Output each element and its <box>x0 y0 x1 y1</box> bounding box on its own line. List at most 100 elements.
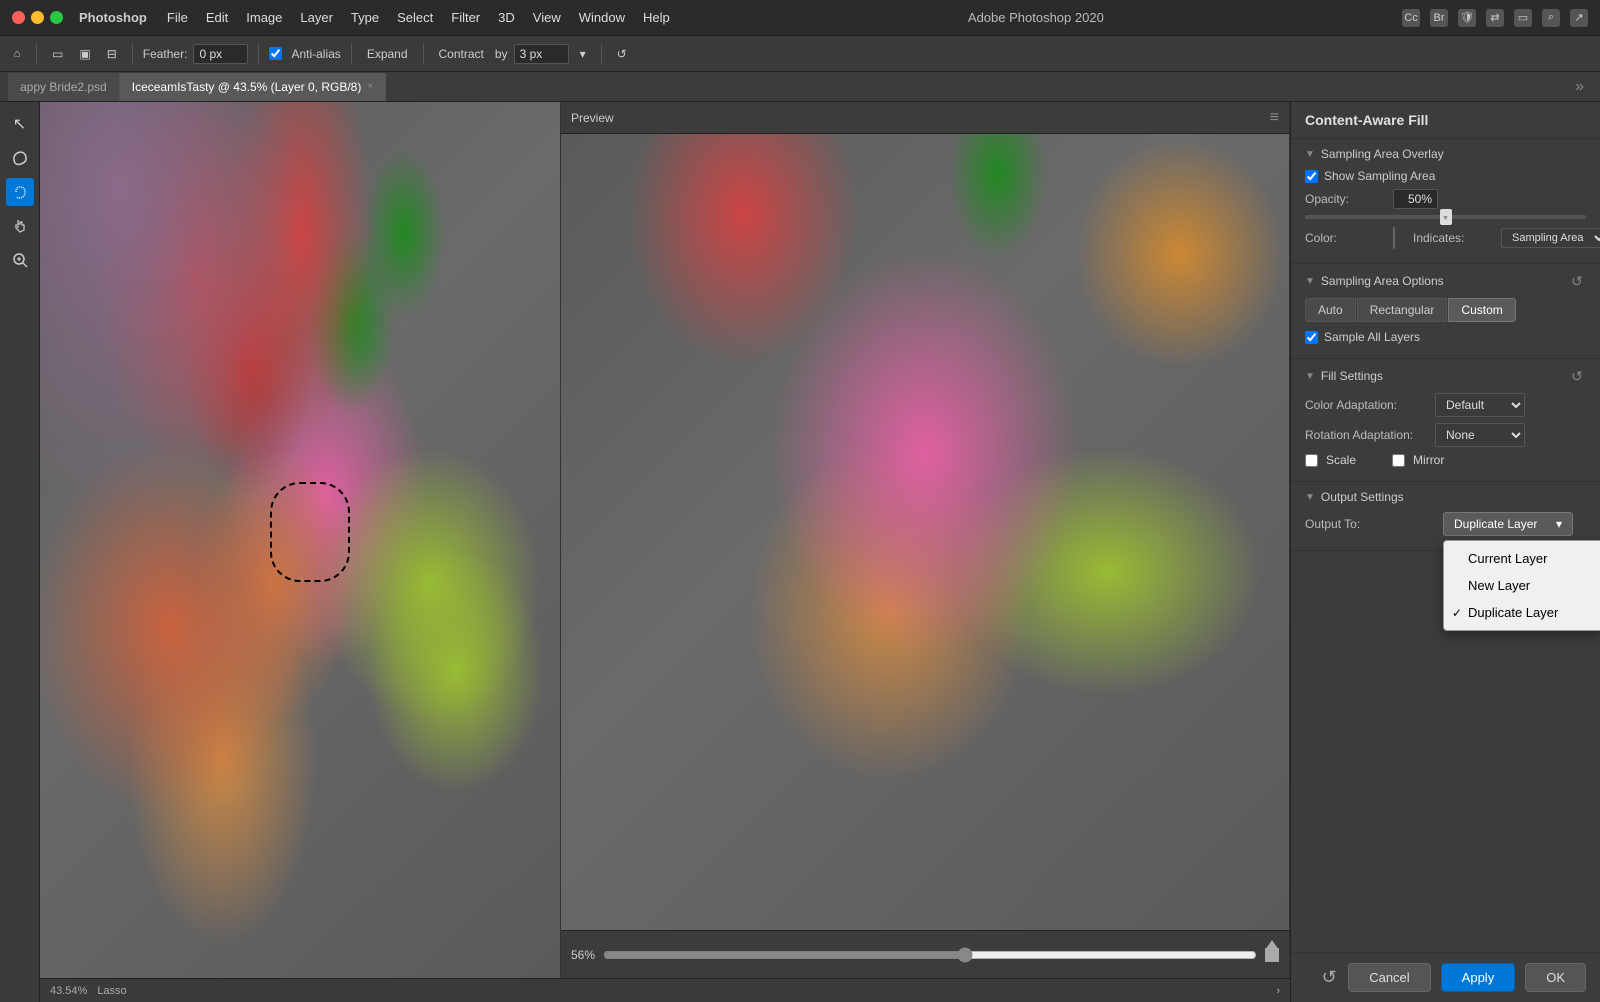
menu-bar: File Edit Image Layer Type Select Filter… <box>167 10 670 25</box>
dropdown-current-layer[interactable]: Current Layer <box>1444 545 1600 572</box>
tool-lasso[interactable] <box>6 178 34 206</box>
dropdown-duplicate-layer[interactable]: Duplicate Layer <box>1444 599 1600 626</box>
zoom-slider[interactable] <box>603 947 1257 963</box>
anti-alias-checkbox[interactable] <box>269 47 282 60</box>
fill-settings-collapse[interactable]: ▼ <box>1305 371 1315 382</box>
by-input[interactable] <box>514 44 569 64</box>
output-collapse[interactable]: ▼ <box>1305 492 1315 503</box>
menu-window[interactable]: Window <box>579 10 625 25</box>
opacity-row: Opacity: 50% <box>1305 189 1586 209</box>
menu-help[interactable]: Help <box>643 10 670 25</box>
scroll-right-btn[interactable]: › <box>1276 985 1280 997</box>
opacity-slider-track <box>1305 215 1586 219</box>
menu-type[interactable]: Type <box>351 10 379 25</box>
title-bar: Photoshop File Edit Image Layer Type Sel… <box>0 0 1600 36</box>
menu-file[interactable]: File <box>167 10 188 25</box>
menu-3d[interactable]: 3D <box>498 10 515 25</box>
sample-all-layers-row: Sample All Layers <box>1305 330 1586 344</box>
zoom-value: 56% <box>571 948 595 962</box>
color-label: Color: <box>1305 231 1385 245</box>
sampling-overlay-collapse[interactable]: ▼ <box>1305 149 1315 160</box>
sampling-options-section: ▼ Sampling Area Options ↺ Auto Rectangul… <box>1291 264 1600 359</box>
mirror-checkbox[interactable] <box>1392 454 1405 467</box>
tool-status: Lasso <box>97 985 126 997</box>
global-reset-btn[interactable]: ↺ <box>1320 969 1338 987</box>
tab-label-bride: appy Bride2.psd <box>20 80 107 94</box>
menu-filter[interactable]: Filter <box>451 10 480 25</box>
contract-btn[interactable]: Contract <box>434 45 489 63</box>
rotation-adaptation-row: Rotation Adaptation: None Low Medium Hig… <box>1305 423 1586 447</box>
output-to-label: Output To: <box>1305 517 1435 531</box>
reset-toolbar-btn[interactable]: ↺ <box>612 45 632 63</box>
menu-edit[interactable]: Edit <box>206 10 228 25</box>
tool-arrow[interactable]: ↖ <box>6 110 34 138</box>
br-icon[interactable]: Br <box>1430 9 1448 27</box>
color-swatch[interactable] <box>1393 227 1395 249</box>
arrow-icon[interactable]: ⇄ <box>1486 9 1504 27</box>
by-label: by <box>495 47 508 61</box>
opacity-slider-thumb[interactable] <box>1440 209 1452 225</box>
tool-hand[interactable] <box>6 212 34 240</box>
auto-btn[interactable]: Auto <box>1305 298 1356 322</box>
cancel-button[interactable]: Cancel <box>1348 963 1430 992</box>
preview-panel: Preview ≡ 56% <box>560 102 1290 978</box>
dropdown-new-layer[interactable]: New Layer <box>1444 572 1600 599</box>
canvas-image-wrapper[interactable] <box>40 102 560 978</box>
cc-icon[interactable]: Cc <box>1402 9 1420 27</box>
output-dropdown-btn[interactable]: Duplicate Layer▾ <box>1443 512 1573 536</box>
app-name: Photoshop <box>79 10 147 25</box>
home-icon[interactable]: ⌂ <box>8 45 26 63</box>
rotation-adaptation-label: Rotation Adaptation: <box>1305 428 1435 442</box>
scale-checkbox[interactable] <box>1305 454 1318 467</box>
minimize-button[interactable] <box>31 11 44 24</box>
custom-btn[interactable]: Custom <box>1448 298 1515 322</box>
color-adaptation-select[interactable]: Default None High Very High <box>1435 393 1525 417</box>
selection-rect-btn[interactable]: ▭ <box>47 45 68 63</box>
show-sampling-checkbox[interactable] <box>1305 170 1318 183</box>
ok-button[interactable]: OK <box>1525 963 1586 992</box>
feather-input[interactable] <box>193 44 248 64</box>
apply-button[interactable]: Apply <box>1441 963 1516 992</box>
fullscreen-button[interactable] <box>50 11 63 24</box>
share-icon[interactable]: ↗ <box>1570 9 1588 27</box>
menu-layer[interactable]: Layer <box>300 10 333 25</box>
sampling-options-collapse[interactable]: ▼ <box>1305 276 1315 287</box>
window-title: Adobe Photoshop 2020 <box>678 10 1394 25</box>
preview-menu-icon[interactable]: ≡ <box>1270 109 1279 127</box>
tab-overflow-btn[interactable]: » <box>1567 78 1592 96</box>
opacity-value[interactable]: 50% <box>1393 189 1438 209</box>
tab-bride[interactable]: appy Bride2.psd <box>8 73 120 101</box>
tab-close-btn[interactable]: × <box>367 81 373 92</box>
selection-sub-btn[interactable]: ⊟ <box>102 45 122 63</box>
shield-icon: 🛡 <box>1458 9 1476 27</box>
tab-icecream[interactable]: IceceamIsTasty @ 43.5% (Layer 0, RGB/8) … <box>120 73 386 101</box>
menu-view[interactable]: View <box>533 10 561 25</box>
tool-zoom[interactable] <box>6 246 34 274</box>
fill-settings-reset[interactable]: ↺ <box>1568 367 1586 385</box>
tab-label-icecream: IceceamIsTasty @ 43.5% (Layer 0, RGB/8) <box>132 80 362 94</box>
feather-label: Feather: <box>143 47 188 61</box>
tool-lasso-group[interactable] <box>6 144 34 172</box>
output-dropdown-container: Duplicate Layer▾ Current Layer New Layer… <box>1443 512 1573 536</box>
show-sampling-label: Show Sampling Area <box>1324 169 1435 183</box>
zoom-status: 43.54% <box>50 985 87 997</box>
preview-header: Preview ≡ <box>561 102 1289 134</box>
selection-add-btn[interactable]: ▣ <box>74 45 95 63</box>
search-icon[interactable]: ⌕ <box>1542 9 1560 27</box>
close-button[interactable] <box>12 11 25 24</box>
canvas-image[interactable] <box>40 102 560 978</box>
ice-cream-photo <box>40 102 560 978</box>
fill-settings-section: ▼ Fill Settings ↺ Color Adaptation: Defa… <box>1291 359 1600 482</box>
menu-select[interactable]: Select <box>397 10 433 25</box>
expand-btn[interactable]: Expand <box>362 45 413 63</box>
sample-all-label: Sample All Layers <box>1324 330 1420 344</box>
indicates-select[interactable]: Sampling Area Fill Area <box>1501 228 1600 248</box>
menu-image[interactable]: Image <box>246 10 282 25</box>
opacity-slider-row <box>1305 215 1586 219</box>
sampling-options-reset[interactable]: ↺ <box>1568 272 1586 290</box>
preview-image-area[interactable] <box>561 134 1289 930</box>
rotation-adaptation-select[interactable]: None Low Medium High Full <box>1435 423 1525 447</box>
px-dropdown-btn[interactable]: ▾ <box>575 45 591 63</box>
rectangular-btn[interactable]: Rectangular <box>1357 298 1448 322</box>
sample-all-checkbox[interactable] <box>1305 331 1318 344</box>
